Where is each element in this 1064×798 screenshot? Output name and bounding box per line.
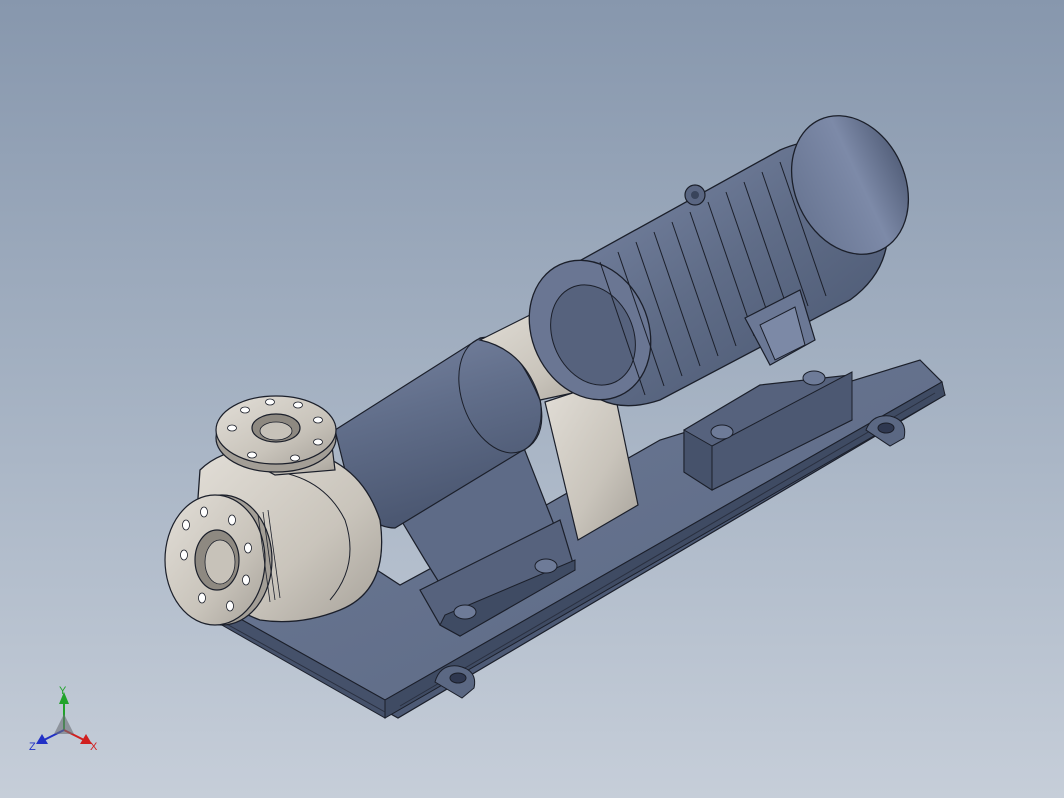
coordinate-triad: Y X Z <box>29 685 98 753</box>
pump-assembly-model[interactable] <box>0 0 1064 798</box>
x-axis-label: X <box>90 741 98 753</box>
electric-motor <box>528 115 910 407</box>
3d-model-viewport[interactable]: Y X Z <box>0 0 1064 798</box>
y-axis-label: Y <box>59 685 67 697</box>
z-axis-label: Z <box>29 741 36 753</box>
mounting-lug-rear <box>865 415 906 447</box>
discharge-flange <box>215 395 337 473</box>
